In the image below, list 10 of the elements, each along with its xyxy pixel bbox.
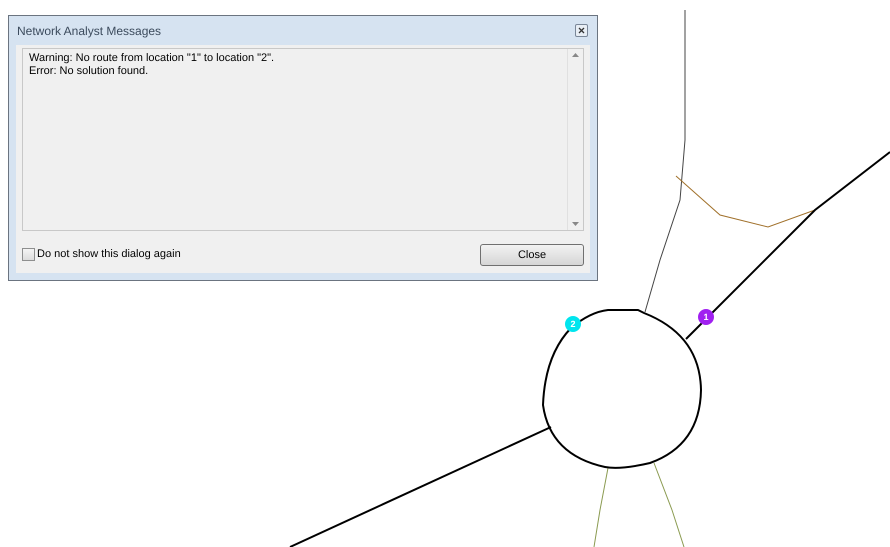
message-text: Error: No solution found. (29, 65, 150, 78)
close-button[interactable]: Close (480, 244, 584, 266)
close-icon[interactable] (575, 24, 588, 37)
checkbox-label: Do not show this dialog again (37, 246, 181, 262)
window-title: Network Analyst Messages (17, 22, 162, 40)
checkbox[interactable] (22, 248, 35, 261)
stop-marker[interactable]: 1 (698, 309, 714, 325)
message-text: Warning: No route from location "1" to location "2". (29, 52, 276, 65)
scroll-up-icon[interactable] (572, 53, 579, 57)
scroll-down-icon[interactable] (572, 222, 579, 226)
